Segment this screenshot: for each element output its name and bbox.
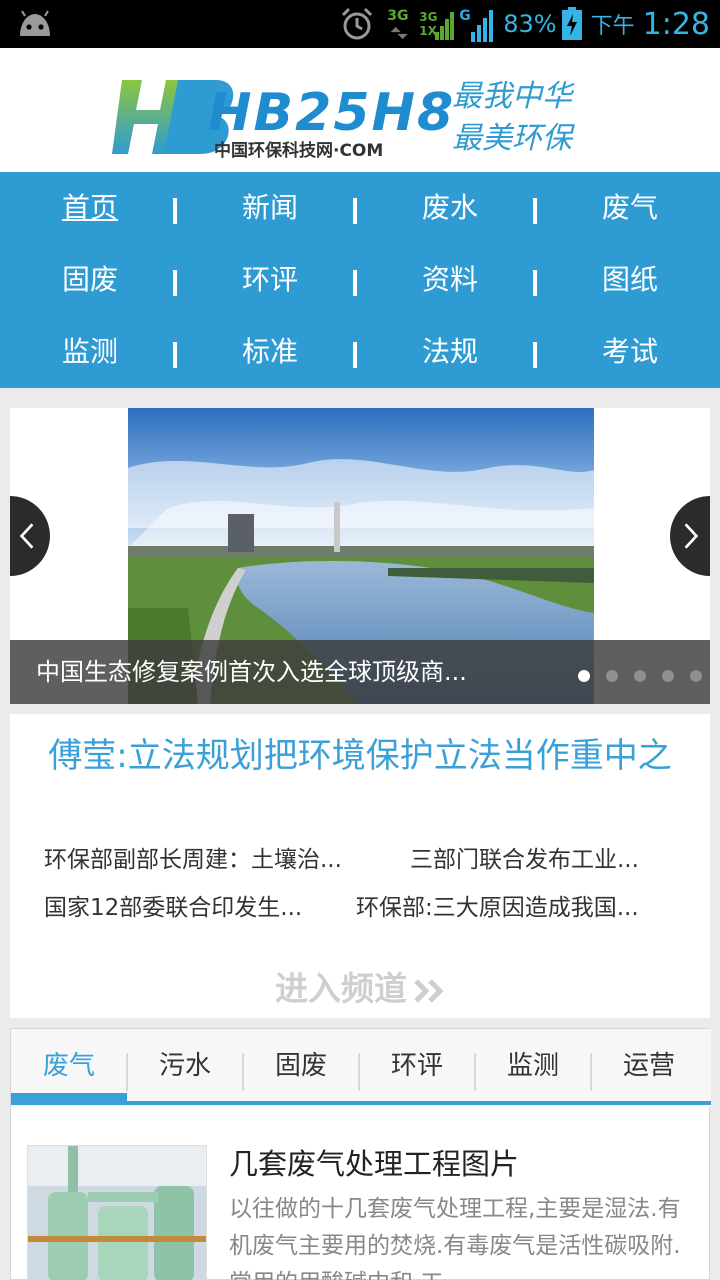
battery-charging-icon — [561, 7, 582, 40]
site-header: HB25H8 中国环保科技网·COM 最我中华 最美环保 — [0, 48, 720, 172]
nav-item-label: 标准 — [241, 335, 298, 368]
article-description: 以往做的十几套废气处理工程,主要是湿法.有机废气主要用的焚烧.有毒废气是活性碳吸… — [229, 1196, 681, 1280]
nav-item-label: 考试 — [601, 335, 658, 368]
slider-dot-1[interactable] — [578, 670, 590, 682]
nav-item-label: 监测 — [61, 335, 118, 368]
signal-bars-icon — [435, 12, 455, 40]
site-logo[interactable]: HB25H8 中国环保科技网·COM 最我中华 最美环保 — [112, 72, 612, 162]
nav-separator — [173, 198, 177, 224]
nav-separator — [533, 342, 537, 368]
nav-item-exams[interactable]: 考试 — [540, 316, 720, 388]
slider-dot-4[interactable] — [662, 670, 674, 682]
nav-separator — [353, 342, 357, 368]
tab-separator — [590, 1053, 592, 1091]
category-tab-bar: 废气 污水 固废 环评 监测 运营 — [11, 1029, 711, 1107]
article-thumbnail[interactable] — [27, 1145, 207, 1280]
status-bar: 3G 3G 1X G 83% 下午 1:28 — [0, 0, 720, 48]
nav-item-label: 新闻 — [241, 191, 298, 224]
nav-separator — [353, 198, 357, 224]
nav-separator — [173, 270, 177, 296]
nav-item-standards[interactable]: 标准 — [180, 316, 360, 388]
chevron-right-icon — [684, 523, 699, 549]
active-tab-indicator — [11, 1093, 127, 1101]
main-nav: 首页 新闻 废水 废气 固废 环评 资料 图纸 监测 标准 法规 考试 — [0, 172, 720, 388]
nav-item-monitoring[interactable]: 监测 — [0, 316, 180, 388]
slogan-line-1: 最我中华 — [452, 79, 575, 114]
nav-item-eia[interactable]: 环评 — [180, 244, 360, 316]
slide-caption[interactable]: 中国生态修复案例首次入选全球顶级商... — [36, 640, 506, 704]
network-g-indicator: G — [459, 4, 495, 44]
tab-separator — [474, 1053, 476, 1091]
nav-item-home[interactable]: 首页 — [0, 172, 180, 244]
nav-item-label: 废水 — [421, 191, 478, 224]
news-link-3[interactable]: 国家12部委联合印发生... — [44, 888, 334, 922]
tab-sewage[interactable]: 污水 — [127, 1029, 243, 1103]
headline-news-card: 傅莹:立法规划把环境保护立法当作重中之 环保部副部长周建：土壤治... 三部门联… — [10, 714, 710, 1018]
category-tabs-card: 废气 污水 固废 环评 监测 运营 几套废气处理工程图片 以往做的十几套废气处理… — [10, 1028, 711, 1280]
news-link-2[interactable]: 三部门联合发布工业... — [410, 840, 670, 874]
nav-item-label: 首页 — [61, 191, 118, 224]
nav-separator — [173, 342, 177, 368]
nav-separator — [353, 270, 357, 296]
alarm-icon — [342, 7, 373, 40]
tab-bar-underline — [11, 1101, 711, 1105]
nav-item-label: 资料 — [421, 263, 478, 296]
nav-item-news[interactable]: 新闻 — [180, 172, 360, 244]
network-3g-1x-indicator: 3G 1X — [419, 4, 455, 44]
nav-separator — [533, 270, 537, 296]
tab-eia[interactable]: 环评 — [359, 1029, 475, 1103]
nav-item-label: 环评 — [241, 263, 298, 296]
nav-item-solid-waste[interactable]: 固废 — [0, 244, 180, 316]
network-g-label: G — [459, 8, 471, 24]
logo-text: HB25H8 — [208, 83, 455, 143]
logo-subtitle: 中国环保科技网·COM — [214, 140, 383, 161]
nav-item-label: 固废 — [61, 263, 118, 296]
nav-item-drawings[interactable]: 图纸 — [540, 244, 720, 316]
tab-separator — [126, 1053, 128, 1091]
slogan-line-2: 最美环保 — [452, 121, 575, 156]
double-chevron-right-icon — [414, 978, 444, 1003]
nav-item-regulations[interactable]: 法规 — [360, 316, 540, 388]
network-3g-indicator: 3G — [385, 4, 415, 44]
tab-separator — [242, 1053, 244, 1091]
slider-dot-5[interactable] — [690, 670, 702, 682]
enter-channel-label: 进入频道 — [275, 969, 407, 1008]
headline-link[interactable]: 傅莹:立法规划把环境保护立法当作重中之 — [30, 734, 690, 778]
enter-channel-button[interactable]: 进入频道 — [10, 962, 710, 1010]
tab-operations[interactable]: 运营 — [591, 1029, 707, 1103]
chevron-left-icon — [19, 523, 34, 549]
news-link-1[interactable]: 环保部副部长周建：土壤治... — [44, 840, 384, 874]
network-1x-label: 1X — [419, 24, 437, 38]
tab-solid-waste[interactable]: 固废 — [243, 1029, 359, 1103]
tab-separator — [358, 1053, 360, 1091]
nav-item-materials[interactable]: 资料 — [360, 244, 540, 316]
tab-monitoring[interactable]: 监测 — [475, 1029, 591, 1103]
clock-ampm: 下午 — [590, 14, 635, 39]
slider-dot-2[interactable] — [606, 670, 618, 682]
network-3g-label: 3G — [387, 8, 409, 24]
data-arrows-icon — [390, 26, 409, 40]
nav-item-wastewater[interactable]: 废水 — [360, 172, 540, 244]
article-title[interactable]: 几套废气处理工程图片 — [229, 1141, 519, 1183]
nav-item-label: 废气 — [601, 191, 658, 224]
article-thumbnail-image — [28, 1146, 206, 1280]
tab-waste-gas[interactable]: 废气 — [11, 1029, 127, 1103]
clock-time: 1:28 — [642, 6, 710, 42]
news-link-4[interactable]: 环保部:三大原因造成我国... — [356, 888, 676, 922]
nav-item-label: 法规 — [421, 335, 478, 368]
battery-percent: 83% — [503, 10, 557, 38]
nav-item-waste-gas[interactable]: 废气 — [540, 172, 720, 244]
image-slider[interactable]: 中国生态修复案例首次入选全球顶级商... — [10, 408, 710, 704]
nav-separator — [533, 198, 537, 224]
nav-item-label: 图纸 — [601, 263, 658, 296]
android-icon — [20, 10, 50, 36]
slider-dot-3[interactable] — [634, 670, 646, 682]
signal-strength-icon — [471, 10, 494, 42]
